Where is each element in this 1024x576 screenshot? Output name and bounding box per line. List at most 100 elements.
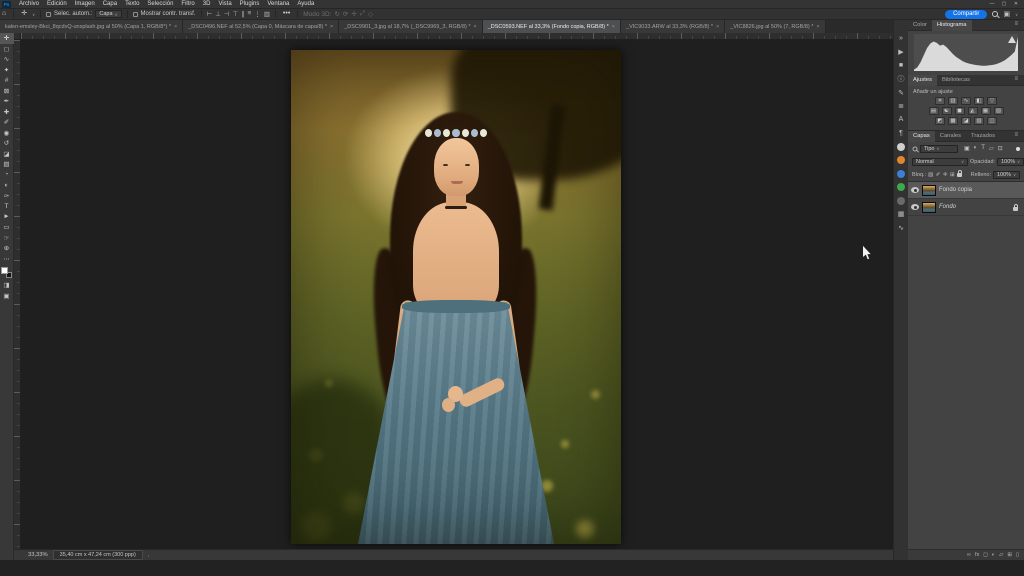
status-chevron-icon[interactable]: › — [148, 553, 149, 558]
document-tab[interactable]: _DSC0593.NEF al 33,3% (Fondo copia, RGB/… — [483, 20, 621, 33]
channel-mixer-icon[interactable]: ▦ — [981, 107, 991, 115]
color-balance-icon[interactable]: ☯ — [942, 107, 952, 115]
smart-object-filter-icon[interactable]: ⊡ — [998, 145, 1003, 152]
panel-tab[interactable]: Color — [908, 20, 932, 31]
marquee-tool[interactable]: ◻ — [0, 44, 14, 55]
pixel-layer-filter-icon[interactable]: ▣ — [964, 145, 970, 152]
restore-button[interactable]: ▢ — [999, 0, 1009, 8]
invert-icon[interactable]: ◩ — [935, 117, 945, 125]
align-top-icon[interactable]: ⊤ — [233, 10, 239, 18]
levels-icon[interactable]: ▥ — [948, 97, 958, 105]
move-tool[interactable]: ✛ — [0, 33, 14, 44]
document-info[interactable]: 35,40 cm x 47,24 cm (300 ppp) — [53, 550, 143, 560]
posterize-icon[interactable]: ▩ — [948, 117, 958, 125]
menu-item[interactable]: Filtro — [177, 0, 198, 9]
layer-thumbnail[interactable] — [922, 202, 936, 213]
new-adjustment-icon[interactable]: ◐ — [992, 552, 995, 558]
quick-mask-button[interactable]: ◨ — [0, 280, 14, 291]
lasso-tool[interactable]: ∿ — [0, 54, 14, 65]
panel-menu-icon[interactable]: ≡ — [1014, 76, 1022, 82]
type-filter-icon[interactable]: T — [981, 145, 985, 152]
curves-icon[interactable]: ∿ — [961, 97, 971, 105]
black-white-icon[interactable]: ◼ — [955, 107, 965, 115]
menu-item[interactable]: Vista — [214, 0, 235, 9]
info-panel-icon[interactable]: ⓘ — [894, 73, 909, 87]
document-tab[interactable]: kalen-emsley-Bkci_8qcdvQ-unsplash.jpg al… — [0, 20, 183, 33]
align-right-icon[interactable]: ⊣ — [224, 10, 230, 18]
lock-position-icon[interactable]: ✛ — [943, 172, 948, 178]
edit-toolbar-button[interactable]: ⋯ — [0, 254, 14, 265]
blur-tool[interactable]: ◔ — [0, 170, 14, 181]
properties-panel-icon[interactable]: ✎ — [894, 86, 909, 100]
workspace-switcher-icon[interactable]: ▣ — [1003, 10, 1010, 18]
panel-menu-icon[interactable]: ≡ — [1014, 132, 1022, 138]
menu-item[interactable]: Plugins — [236, 0, 264, 9]
history-brush-tool[interactable]: ↺ — [0, 138, 14, 149]
grid-panel-icon[interactable]: ▦ — [894, 208, 909, 222]
panel-tab[interactable]: Capas — [908, 131, 935, 142]
zoom-level-field[interactable]: 33,33% — [28, 552, 48, 558]
search-icon[interactable] — [992, 11, 998, 17]
brush-tool[interactable]: ✐ — [0, 117, 14, 128]
lock-pixels-icon[interactable]: ✐ — [936, 172, 941, 178]
foreground-color-swatch[interactable] — [1, 267, 8, 274]
group-filter-icon[interactable]: ▱ — [989, 145, 994, 152]
hand-tool[interactable]: ☞ — [0, 233, 14, 244]
more-options-icon[interactable]: ••• — [281, 9, 292, 19]
new-layer-icon[interactable]: ⊞ — [1007, 552, 1012, 558]
paragraph-panel-icon[interactable]: ¶ — [894, 127, 909, 141]
delete-layer-icon[interactable]: ▯ — [1016, 552, 1019, 558]
close-button[interactable]: ✕ — [1011, 0, 1021, 8]
menu-item[interactable]: Archivo — [15, 0, 43, 9]
zoom-tool[interactable]: ⊕ — [0, 243, 14, 254]
panel-tab[interactable]: Canales — [935, 131, 966, 142]
link-layers-icon[interactable]: ∞ — [967, 552, 971, 558]
plugin-badge-3[interactable] — [894, 167, 909, 181]
menu-item[interactable]: Ventana — [263, 0, 293, 9]
menu-item[interactable]: Imagen — [71, 0, 99, 9]
vibrance-icon[interactable]: ▽ — [987, 97, 997, 105]
curves-panel-icon[interactable]: ∿ — [894, 221, 909, 235]
distribute-v-icon[interactable]: ≡ — [247, 10, 251, 18]
lock-transparent-icon[interactable]: ▨ — [928, 172, 933, 178]
frame-tool[interactable]: ⊠ — [0, 86, 14, 97]
document-tab[interactable]: _VIC8826.jpg al 50% (7, RGB/8) * × — [725, 20, 825, 33]
new-group-icon[interactable]: ▱ — [999, 552, 1003, 558]
photo-filter-icon[interactable]: ◭ — [968, 107, 978, 115]
home-icon[interactable]: ⌂ — [0, 9, 8, 19]
color-lookup-icon[interactable]: ▧ — [994, 107, 1004, 115]
exposure-icon[interactable]: ◧ — [974, 97, 984, 105]
panel-tab[interactable]: Trazados — [966, 131, 1000, 142]
layer-filter-type-select[interactable]: Tipo ∨ — [920, 145, 958, 153]
selective-color-icon[interactable]: ◫ — [987, 117, 997, 125]
blend-mode-select[interactable]: Normal ∨ — [912, 158, 968, 166]
character-panel-icon[interactable]: A — [894, 113, 909, 127]
document-tab[interactable]: _VIC9033.ARW al 33,3% (RGB/8) * × — [621, 20, 725, 33]
share-button[interactable]: Compartir — [945, 10, 987, 19]
move-tool-icon[interactable]: ✛ — [19, 9, 29, 19]
align-left-icon[interactable]: ⊢ — [207, 10, 213, 18]
menu-item[interactable]: Capa — [99, 0, 121, 9]
eyedropper-tool[interactable]: ✒ — [0, 96, 14, 107]
visibility-eye-icon[interactable] — [911, 187, 919, 193]
layer-row[interactable]: Fondo — [908, 199, 1024, 216]
timeline-panel-icon[interactable]: ≣ — [894, 100, 909, 114]
document-tab[interactable]: _DSC9901_3.jpg al 18,7% (_DSC9969_3, RGB… — [339, 20, 483, 33]
actions-play-icon[interactable]: ▶ — [894, 46, 909, 60]
lock-artboard-icon[interactable]: ⊞ — [950, 172, 955, 178]
tab-close-icon[interactable]: × — [174, 24, 177, 30]
shape-tool[interactable]: ▭ — [0, 222, 14, 233]
align-center-h-icon[interactable]: ⊥ — [215, 10, 221, 18]
tab-close-icon[interactable]: × — [612, 24, 615, 30]
actions-stop-icon[interactable]: ■ — [894, 59, 909, 73]
add-mask-icon[interactable]: ◻ — [983, 552, 988, 558]
histogram-refresh-warning-icon[interactable] — [1008, 36, 1016, 43]
layer-style-fx-icon[interactable]: fx — [975, 552, 979, 558]
menu-item[interactable]: Edición — [43, 0, 71, 9]
layer-filter-toggle[interactable] — [1016, 147, 1020, 151]
type-tool[interactable]: T — [0, 201, 14, 212]
panel-tab[interactable]: Histograma — [932, 20, 972, 31]
screen-mode-button[interactable]: ▣ — [0, 291, 14, 302]
lock-all-icon[interactable] — [957, 170, 962, 179]
path-selection-tool[interactable]: ► — [0, 212, 14, 223]
